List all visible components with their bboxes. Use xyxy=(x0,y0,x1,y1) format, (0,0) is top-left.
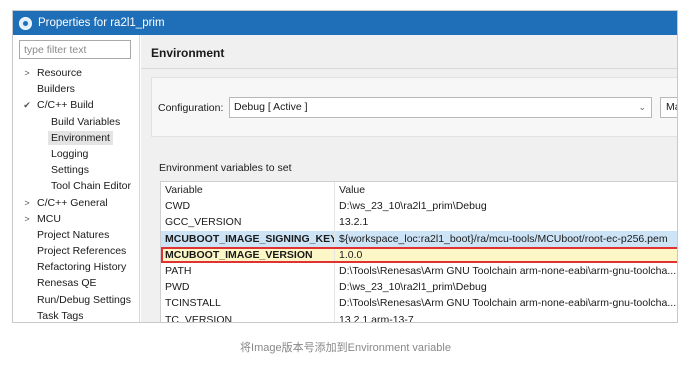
configuration-label: Configuration: xyxy=(158,102,224,114)
chevron-right-icon[interactable]: > xyxy=(22,195,32,211)
tree-item-build-variables[interactable]: Build Variables xyxy=(13,114,140,130)
main-panel: Environment Configuration: Debug [ Activ… xyxy=(141,35,677,322)
variable-cell: MCUBOOT_IMAGE_SIGNING_KEY xyxy=(161,230,335,247)
configuration-value: Debug [ Active ] xyxy=(234,101,308,113)
tree-item-task-tags[interactable]: Task Tags xyxy=(13,308,140,322)
variable-cell: MCUBOOT_IMAGE_VERSION xyxy=(161,246,335,263)
figure-caption: 将Image版本号添加到Environment variable xyxy=(240,342,451,354)
page-title: Environment xyxy=(151,46,225,60)
manage-configurations-button[interactable]: Manage Configurations... xyxy=(660,97,677,118)
filter-input[interactable] xyxy=(19,40,131,59)
chevron-right-icon[interactable]: > xyxy=(22,65,32,81)
table-header: Variable Value xyxy=(161,182,677,199)
tree-item-tool-chain-editor[interactable]: Tool Chain Editor xyxy=(13,178,140,194)
sidebar: > Resource Builders ✔ C/C++ Build Build … xyxy=(13,35,140,322)
title-bar[interactable]: Properties for ra2l1_prim xyxy=(13,11,677,35)
chevron-down-icon: ⌄ xyxy=(638,102,646,112)
configuration-select[interactable]: Debug [ Active ] ⌄ xyxy=(229,97,652,118)
value-cell: 13.2.1.arm-13-7 xyxy=(339,313,414,323)
chevron-down-icon[interactable]: ✔ xyxy=(22,97,32,113)
tree-item-run-debug-settings[interactable]: Run/Debug Settings xyxy=(13,292,140,308)
eclipse-app-icon xyxy=(19,16,32,30)
property-tree: > Resource Builders ✔ C/C++ Build Build … xyxy=(13,65,140,322)
table-row[interactable]: CWD D:\ws_23_10\ra2l1_prim\Debug xyxy=(161,198,677,215)
variable-cell: CWD xyxy=(161,198,335,215)
variable-cell: TC_VERSION xyxy=(161,311,335,322)
configuration-panel: Configuration: Debug [ Active ] ⌄ Manage… xyxy=(151,77,677,137)
tree-item-cpp-general[interactable]: > C/C++ General xyxy=(13,195,140,211)
window-title: Properties for ra2l1_prim xyxy=(38,17,165,29)
tree-item-project-references[interactable]: Project References xyxy=(13,243,140,259)
tree-item-project-natures[interactable]: Project Natures xyxy=(13,227,140,243)
column-header-variable[interactable]: Variable xyxy=(161,182,335,199)
tree-item-resource[interactable]: > Resource xyxy=(13,65,140,81)
properties-dialog: Properties for ra2l1_prim > Resource Bui… xyxy=(12,10,678,323)
table-row[interactable]: TCINSTALL D:\Tools\Renesas\Arm GNU Toolc… xyxy=(161,295,677,312)
tree-item-environment[interactable]: Environment xyxy=(13,130,140,146)
value-cell: 1.0.0 xyxy=(339,248,363,261)
variable-cell: TCINSTALL xyxy=(161,295,335,312)
tree-item-renesas-qe[interactable]: Renesas QE xyxy=(13,275,140,291)
value-cell: ${workspace_loc:ra2l1_boot}/ra/mcu-tools… xyxy=(339,232,668,245)
env-variables-table: Variable Value CWD D:\ws_23_10\ra2l1_pri… xyxy=(160,181,677,323)
table-row[interactable]: PATH D:\Tools\Renesas\Arm GNU Toolchain … xyxy=(161,262,677,280)
tree-item-cpp-build[interactable]: ✔ C/C++ Build xyxy=(13,97,140,113)
column-header-value[interactable]: Value xyxy=(335,182,677,198)
tree-item-settings[interactable]: Settings xyxy=(13,162,140,178)
table-row[interactable]: GCC_VERSION 13.2.1 xyxy=(161,214,677,231)
chevron-right-icon[interactable]: > xyxy=(22,211,32,227)
table-row[interactable]: TC_VERSION 13.2.1.arm-13-7 xyxy=(161,311,677,323)
tree-item-mcu[interactable]: > MCU xyxy=(13,211,140,227)
variable-cell: GCC_VERSION xyxy=(161,214,335,231)
tree-item-refactoring-history[interactable]: Refactoring History xyxy=(13,259,140,275)
table-row-selected[interactable]: MCUBOOT_IMAGE_SIGNING_KEY ${workspace_lo… xyxy=(161,230,677,247)
value-cell: D:\Tools\Renesas\Arm GNU Toolchain arm-n… xyxy=(339,264,677,277)
value-cell: D:\ws_23_10\ra2l1_prim\Debug xyxy=(339,281,487,294)
env-variables-label: Environment variables to set xyxy=(159,162,292,174)
value-cell: 13.2.1 xyxy=(339,216,369,229)
value-cell: D:\Tools\Renesas\Arm GNU Toolchain arm-n… xyxy=(339,297,677,310)
variable-cell: PWD xyxy=(161,279,335,296)
tree-item-builders[interactable]: Builders xyxy=(13,81,140,97)
title-divider xyxy=(141,68,677,69)
value-cell: D:\ws_23_10\ra2l1_prim\Debug xyxy=(339,200,487,213)
variable-cell: PATH xyxy=(161,262,335,280)
table-row-highlighted[interactable]: MCUBOOT_IMAGE_VERSION 1.0.0 xyxy=(161,246,677,263)
table-row[interactable]: PWD D:\ws_23_10\ra2l1_prim\Debug xyxy=(161,279,677,296)
tree-item-logging[interactable]: Logging xyxy=(13,146,140,162)
